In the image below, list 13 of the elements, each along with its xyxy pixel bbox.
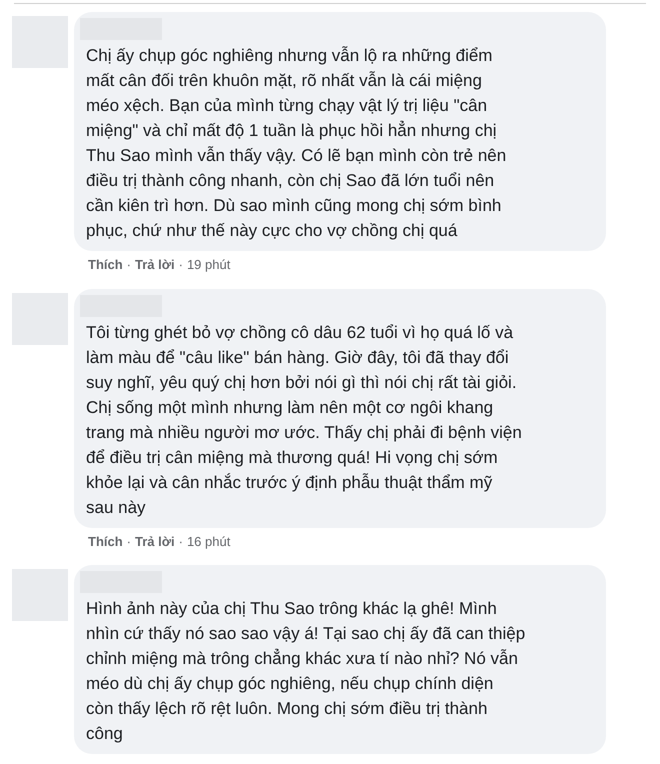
comment-time[interactable]: 16 phút [186, 532, 230, 551]
comment-text: Hình ảnh này của chị Thu Sao trông khác lạ ghê! Mình nhìn cứ thấy nó sao sao vậy á! Tại sao chị ấy đã can thiệp chỉnh miệng mà trông chẳng khác xưa tí nào nhỉ? Nó vẫn méo dù chị ấy chụp góc nghiêng, nếu chụp chính diện còn thấy lệch rõ rệt luôn. Mong chị sớm điều trị thành công [86, 598, 526, 745]
like-link[interactable]: Thích [88, 255, 123, 274]
reply-link[interactable]: Trả lời [135, 532, 175, 551]
separator-dot: · [178, 532, 183, 550]
comment-text: Chị ấy chụp góc nghiêng nhưng vẫn lộ ra những điểm mất cân đối trên khuôn mặt, rõ nhất vẫn là cái miệng méo xệch. Bạn của mình từng chạy vật lý trị liệu "cân miệng" và chỉ mất độ 1 tuần là phục hồi hẳn nhưng chị Thu Sao mình vẫn thấy vậy. Có lẽ bạn mình còn trẻ nên điều trị thành công nhanh, còn chị Sao đã lớn tuổi nên cần kiên trì hơn. Dù sao mình cũng mong chị sớm bình phục, chứ như thế này cực cho vợ chồng chị quá [86, 45, 508, 242]
comment-text: Tôi từng ghét bỏ vợ chồng cô dâu 62 tuổi vì họ quá lố và làm màu để "câu like" bán hàng. Giờ đây, tôi đã thay đổi suy nghĩ, yêu quý chị hơn bởi nói gì thì nói chị rất tài giỏi. Chị sống một mình nhưng làm nên một cơ ngôi khang trang mà nhiều người mơ ước. Thấy chị phải đi bệnh viện để điều trị cân miệng mà thương quá! Hi vọng chị sớm khỏe lại và cân nhắc trước ý định phẫu thuật thẩm mỹ sau này [86, 322, 523, 518]
separator-dot: · [126, 256, 132, 274]
reply-link[interactable]: Trả lời [135, 255, 175, 274]
like-link[interactable]: Thích [88, 532, 123, 551]
separator-dot: · [126, 532, 132, 550]
separator-dot: · [178, 256, 183, 274]
comment-time[interactable]: 19 phút [186, 255, 230, 274]
